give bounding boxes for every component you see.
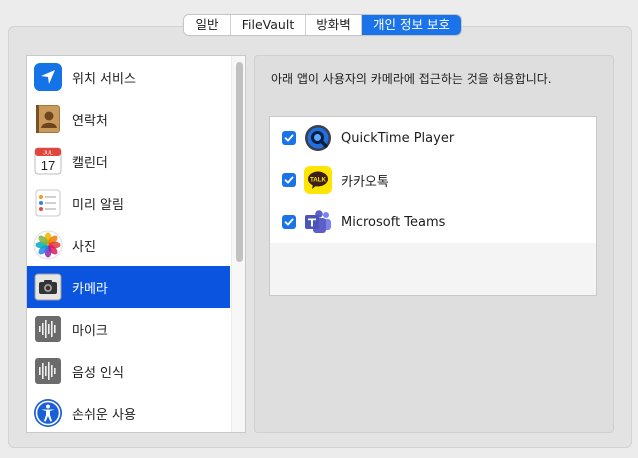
checkmark-icon	[284, 134, 294, 142]
microphone-waveform-icon	[33, 314, 63, 344]
kakaotalk-checkbox[interactable]	[282, 173, 296, 187]
sidebar-item-label: 손쉬운 사용	[72, 407, 136, 423]
calendar-month-text: JUL	[43, 151, 53, 157]
tab-filevault[interactable]: FileVault	[231, 15, 306, 35]
sidebar-item-label: 위치 서비스	[72, 71, 136, 87]
quicktime-icon	[304, 124, 332, 152]
sidebar-item-camera[interactable]: 카메라	[27, 266, 230, 308]
checkmark-icon	[284, 218, 294, 226]
sidebar-scrollbar[interactable]	[231, 56, 245, 432]
sidebar-item-reminders[interactable]: 미리 알림	[27, 182, 230, 224]
calendar-day-text: 17	[41, 158, 55, 173]
app-permission-list: QuickTime Player TALK 카카오톡 Microsoft Tea…	[269, 116, 597, 296]
sidebar-item-label: 사진	[72, 239, 96, 255]
app-name: QuickTime Player	[341, 130, 455, 146]
app-row-teams: Microsoft Teams	[270, 201, 596, 243]
tab-bar: 일반 FileVault 방화벽 개인 정보 보호	[184, 15, 461, 35]
sidebar-item-label: 연락처	[72, 113, 108, 129]
sidebar-item-accessibility[interactable]: 손쉬운 사용	[27, 392, 230, 432]
sidebar-item-calendar[interactable]: JUL 17 캘린더	[27, 140, 230, 182]
contacts-book-icon	[33, 104, 63, 134]
checkmark-icon	[284, 176, 294, 184]
scrollbar-thumb[interactable]	[236, 62, 243, 262]
tab-firewall[interactable]: 방화벽	[306, 15, 362, 35]
teams-checkbox[interactable]	[282, 215, 296, 229]
tab-privacy[interactable]: 개인 정보 보호	[362, 15, 461, 35]
camera-icon	[33, 272, 63, 302]
tab-general[interactable]: 일반	[184, 15, 231, 35]
photos-icon	[33, 230, 63, 260]
sidebar-item-contacts[interactable]: 연락처	[27, 98, 230, 140]
sidebar-item-photos[interactable]: 사진	[27, 224, 230, 266]
app-name: Microsoft Teams	[341, 214, 446, 230]
sidebar-item-speech-recognition[interactable]: 음성 인식	[27, 350, 230, 392]
app-name: 카카오톡	[341, 174, 389, 190]
quicktime-checkbox[interactable]	[282, 131, 296, 145]
sidebar-item-label: 카메라	[72, 281, 108, 297]
sidebar-item-label: 음성 인식	[72, 365, 124, 381]
app-row-quicktime: QuickTime Player	[270, 117, 596, 159]
permission-description: 아래 앱이 사용자의 카메라에 접근하는 것을 허용합니다.	[271, 72, 552, 86]
sidebar-item-label: 마이크	[72, 323, 108, 339]
location-arrow-icon	[33, 62, 63, 92]
accessibility-icon	[33, 398, 63, 428]
camera-permission-panel: 아래 앱이 사용자의 카메라에 접근하는 것을 허용합니다. QuickTime…	[254, 55, 614, 433]
app-row-kakaotalk: TALK 카카오톡	[270, 159, 596, 201]
privacy-category-list: 위치 서비스 연락처 JUL 17 캘린더 미리 알림 사진 카메라 마이크 음…	[26, 55, 246, 433]
speech-recognition-waveform-icon	[33, 356, 63, 386]
sidebar-item-location-services[interactable]: 위치 서비스	[27, 56, 230, 98]
sidebar-item-label: 캘린더	[72, 155, 108, 171]
kakaotalk-icon: TALK	[304, 166, 332, 194]
sidebar-item-label: 미리 알림	[72, 197, 124, 213]
reminders-icon	[33, 188, 63, 218]
sidebar-item-microphone[interactable]: 마이크	[27, 308, 230, 350]
teams-icon	[304, 208, 332, 236]
calendar-icon: JUL 17	[33, 146, 63, 176]
kakaotalk-icon-text: TALK	[310, 177, 327, 184]
